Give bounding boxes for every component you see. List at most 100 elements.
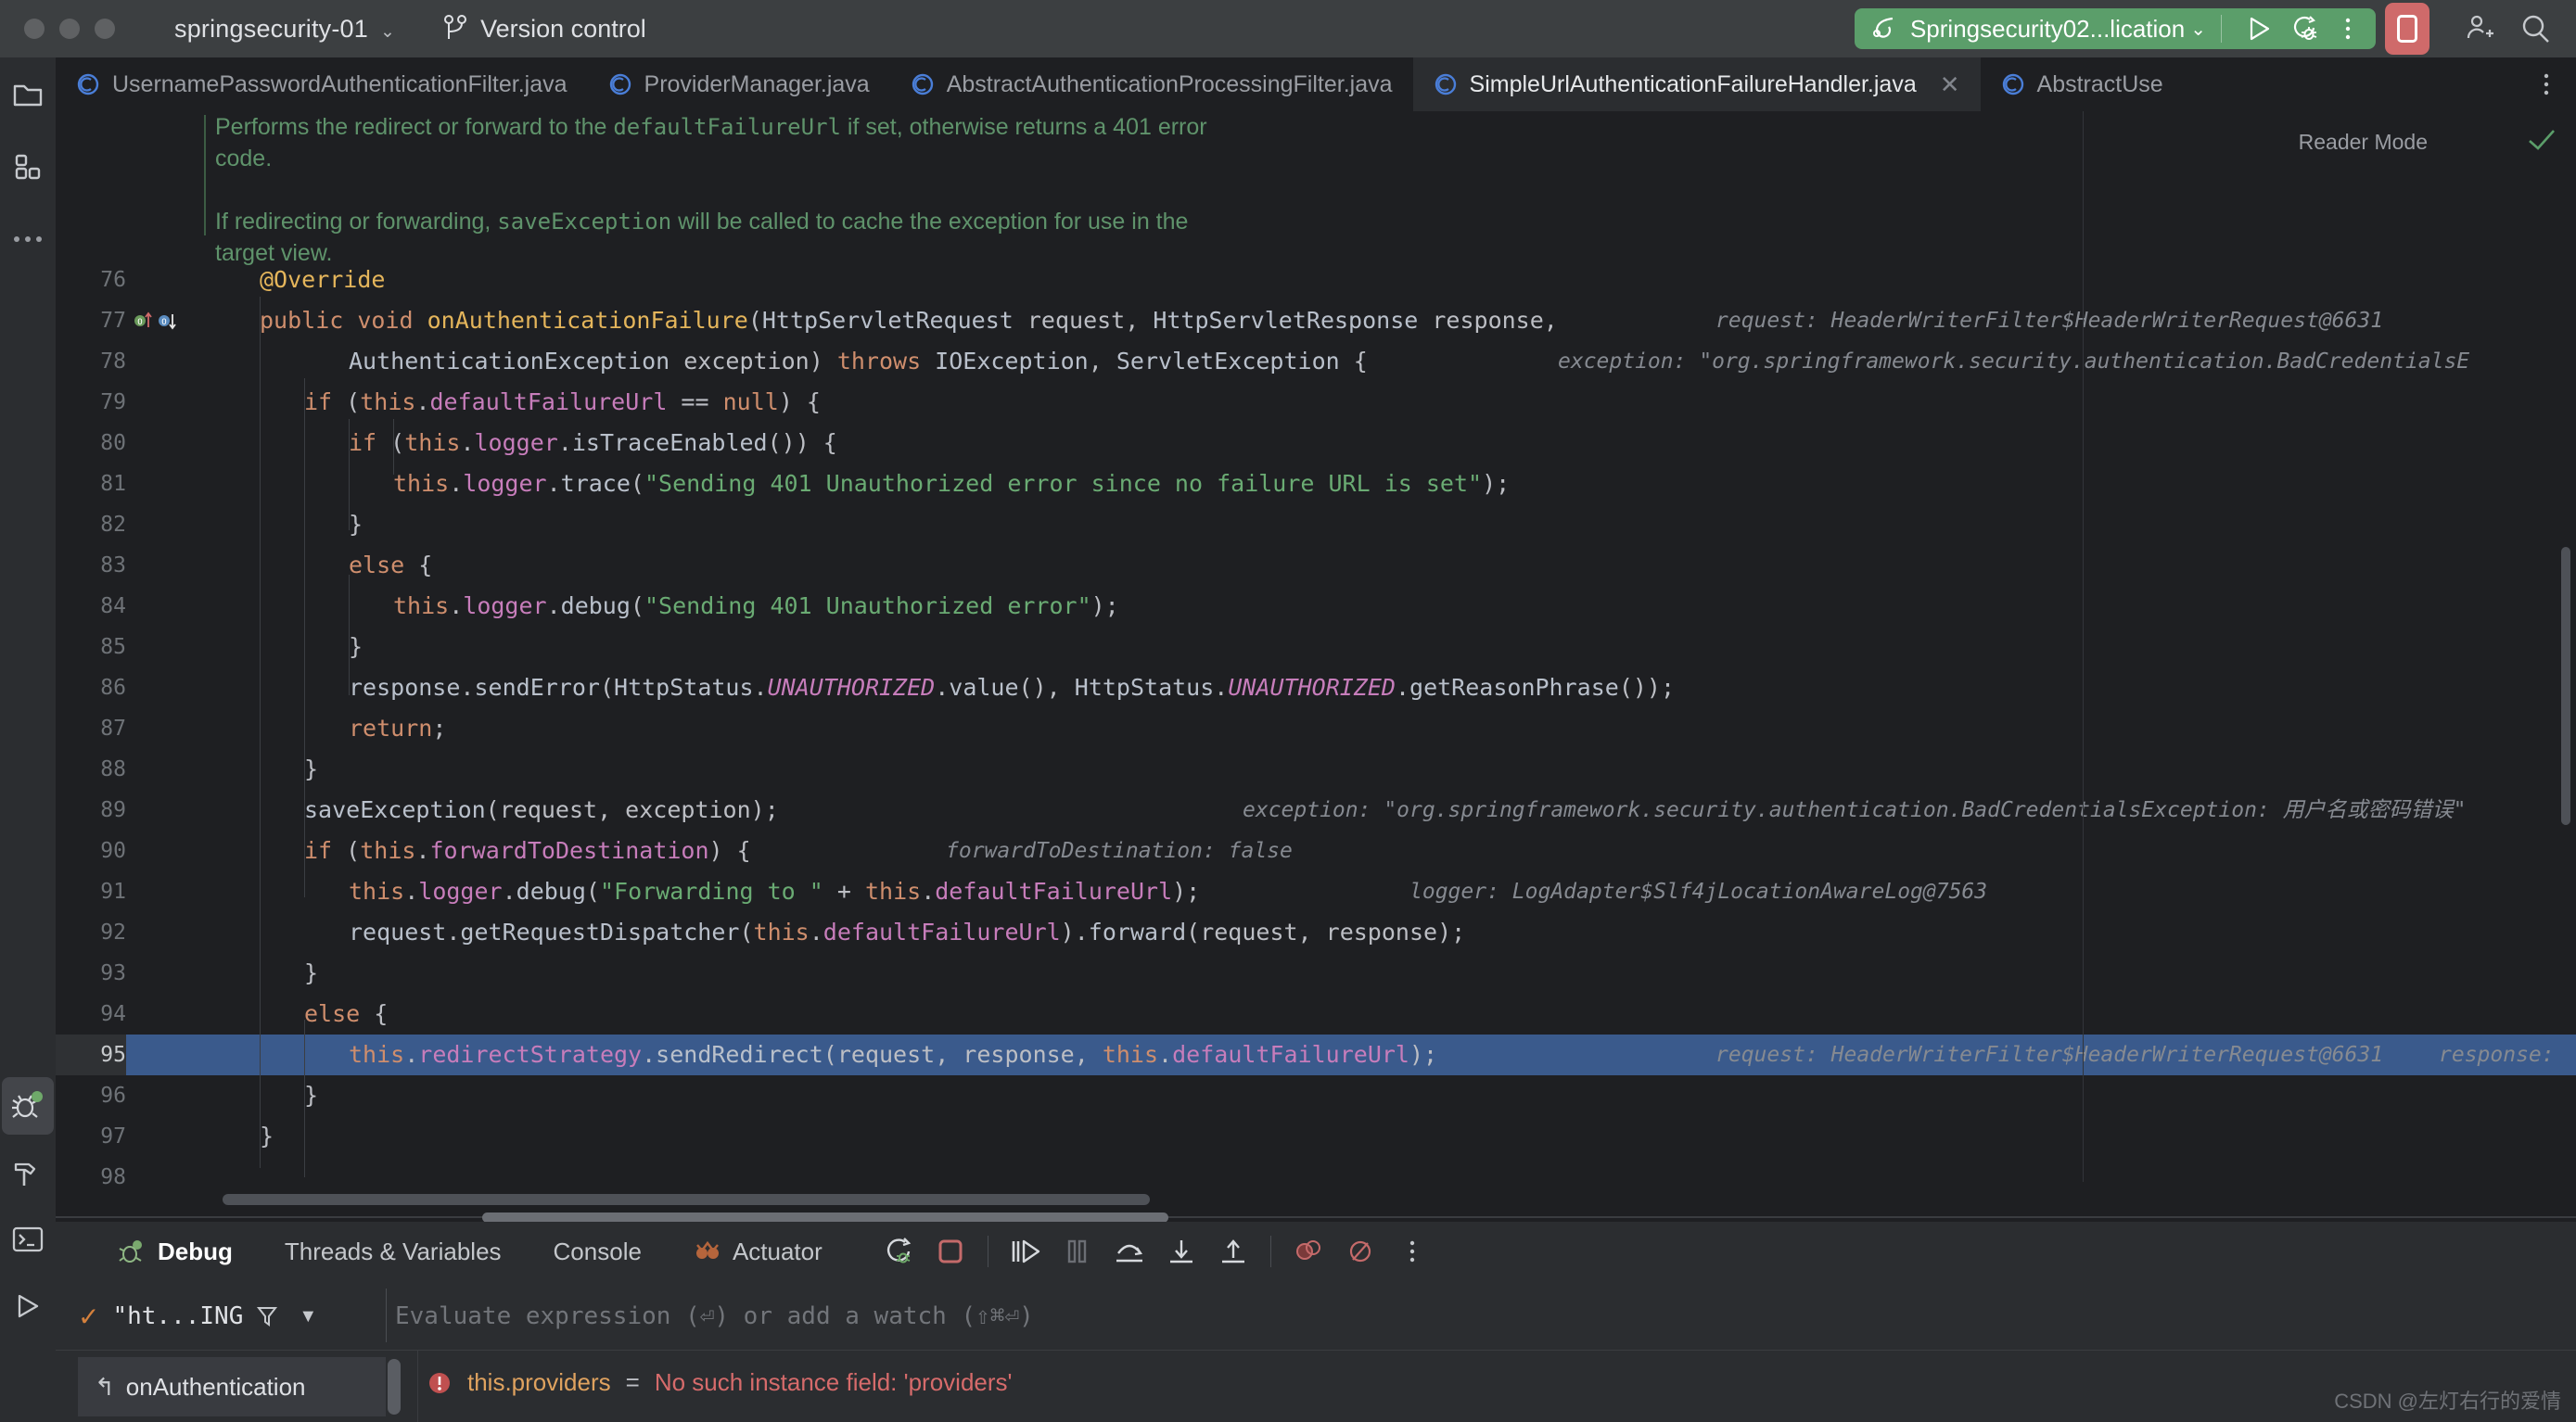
line-number[interactable]: 94	[56, 994, 126, 1035]
code-line[interactable]: 86 response.sendError(HttpStatus.UNAUTHOR…	[56, 667, 2576, 708]
resume-program-button[interactable]	[1000, 1225, 1052, 1277]
code-line[interactable]: 87 return;	[56, 708, 2576, 749]
step-over-button[interactable]	[1103, 1225, 1155, 1277]
line-number[interactable]: 90	[56, 831, 126, 871]
line-number[interactable]: 85	[56, 627, 126, 667]
step-out-button[interactable]	[1207, 1225, 1259, 1277]
line-number[interactable]: 97	[56, 1116, 126, 1157]
frames-scrollbar[interactable]	[388, 1359, 401, 1415]
code-editor[interactable]: Reader Mode Performs the redirect or for…	[56, 111, 2576, 1222]
maximize-window-button[interactable]	[95, 19, 115, 39]
line-number[interactable]: 98	[56, 1157, 126, 1198]
filter-icon[interactable]	[256, 1304, 278, 1328]
code-line[interactable]: 91 this.logger.debug("Forwarding to " + t…	[56, 871, 2576, 912]
code-line[interactable]: 81 this.logger.trace("Sending 401 Unautho…	[56, 463, 2576, 504]
minimize-window-button[interactable]	[59, 19, 80, 39]
line-number[interactable]: 82	[56, 504, 126, 545]
editor-tab[interactable]: AbstractUse	[1981, 57, 2184, 111]
more-options-button[interactable]	[1386, 1225, 1438, 1277]
code-line[interactable]: 92 request.getRequestDispatcher(this.defa…	[56, 912, 2576, 953]
evaluate-expression-input[interactable]: Evaluate expression (⏎) or add a watch (…	[395, 1302, 1034, 1330]
line-number[interactable]: 79	[56, 382, 126, 423]
variable-row[interactable]: this.providers = No such instance field:…	[427, 1368, 1012, 1397]
code-line[interactable]: 89 saveException(request, exception); exce…	[56, 790, 2576, 831]
close-tab-icon[interactable]: ✕	[1940, 70, 1960, 99]
debug-tab[interactable]: Threads & Variables	[259, 1222, 528, 1281]
code-line[interactable]: 84 this.logger.debug("Sending 401 Unautho…	[56, 586, 2576, 627]
search-everywhere-button[interactable]	[2507, 0, 2563, 57]
stop-button[interactable]	[2385, 3, 2429, 55]
code-line[interactable]: 97}	[56, 1116, 2576, 1157]
editor-horizontal-scrollbar[interactable]	[223, 1194, 1335, 1205]
add-user-button[interactable]	[2452, 0, 2507, 57]
chevron-down-icon[interactable]: ▼	[299, 1306, 317, 1327]
line-number[interactable]: 93	[56, 953, 126, 994]
code-line[interactable]: 79 if (this.defaultFailureUrl == null) {	[56, 382, 2576, 423]
editor-tab[interactable]: ProviderManager.java	[588, 57, 890, 111]
line-number[interactable]: 81	[56, 463, 126, 504]
line-number[interactable]: 76	[56, 260, 126, 300]
line-number[interactable]: 91	[56, 871, 126, 912]
view-breakpoints-button[interactable]	[1282, 1225, 1334, 1277]
line-number[interactable]: 89	[56, 790, 126, 831]
code-line[interactable]: 94 else {	[56, 994, 2576, 1035]
line-number[interactable]: 77	[56, 300, 126, 341]
debug-tab[interactable]: Console	[528, 1222, 668, 1281]
line-number[interactable]: 92	[56, 912, 126, 953]
debug-tab[interactable]: Actuator	[668, 1222, 848, 1281]
line-number[interactable]: 86	[56, 667, 126, 708]
version-control-button[interactable]: Version control	[443, 15, 646, 44]
editor-tab[interactable]: UsernamePasswordAuthenticationFilter.jav…	[56, 57, 588, 111]
code-line[interactable]: 95 this.redirectStrategy.sendRedirect(req…	[56, 1035, 2576, 1075]
sidebar-item-debug[interactable]	[2, 1077, 54, 1135]
close-window-button[interactable]	[24, 19, 45, 39]
panel-splitter[interactable]	[56, 1216, 2576, 1218]
tab-list-menu-button[interactable]	[2526, 57, 2567, 111]
line-number[interactable]: 95	[56, 1035, 126, 1075]
code-line[interactable]: 78 AuthenticationException exception) thr…	[56, 341, 2576, 382]
stop-button[interactable]	[925, 1225, 976, 1277]
window-controls[interactable]	[24, 19, 115, 39]
run-configuration-widget[interactable]: Springsecurity02...lication ⌄	[1854, 8, 2376, 49]
code-line[interactable]: 96}	[56, 1075, 2576, 1116]
code-line[interactable]: 80 if (this.logger.isTraceEnabled()) {	[56, 423, 2576, 463]
code-line[interactable]: 93}	[56, 953, 2576, 994]
line-number[interactable]: 80	[56, 423, 126, 463]
sidebar-item-structure[interactable]	[0, 139, 56, 195]
scrollbar-thumb[interactable]	[223, 1194, 1150, 1205]
gutter-markers[interactable]: OO	[134, 309, 178, 333]
code-line[interactable]: 88}	[56, 749, 2576, 790]
code-line[interactable]: 83 else {	[56, 545, 2576, 586]
sidebar-item-build[interactable]	[2, 1144, 54, 1201]
code-line[interactable]: 77 O Opublic void onAuthenticationFailure(…	[56, 300, 2576, 341]
code-line[interactable]: 76 @Override	[56, 260, 2576, 300]
frame-item[interactable]: ↰ onAuthentication	[78, 1357, 386, 1416]
code-line[interactable]: 85}	[56, 627, 2576, 667]
sidebar-item-project[interactable]	[0, 67, 56, 122]
debug-button[interactable]	[2281, 8, 2326, 49]
rerun-debug-button[interactable]	[873, 1225, 925, 1277]
code-line[interactable]: 90 if (this.forwardToDestination) {forwar…	[56, 831, 2576, 871]
code-line[interactable]: 98	[56, 1157, 2576, 1198]
run-button[interactable]	[2237, 8, 2281, 49]
sidebar-item-terminal[interactable]	[2, 1211, 54, 1268]
sidebar-item-run[interactable]	[2, 1277, 54, 1335]
more-run-options-button[interactable]	[2326, 8, 2370, 49]
line-number[interactable]: 96	[56, 1075, 126, 1116]
step-into-button[interactable]	[1155, 1225, 1207, 1277]
code-lines[interactable]: 76 @Override 77 O Opublic void onAuthenticat…	[56, 111, 2576, 1189]
line-number[interactable]: 83	[56, 545, 126, 586]
code-line[interactable]: 82}	[56, 504, 2576, 545]
debug-tab[interactable]: Debug	[93, 1222, 259, 1281]
project-selector[interactable]: springsecurity-01 ⌄	[174, 15, 395, 44]
editor-tab[interactable]: AbstractAuthenticationProcessingFilter.j…	[890, 57, 1413, 111]
mute-breakpoints-button[interactable]	[1334, 1225, 1386, 1277]
watch-filter-chip[interactable]: ✓ "ht...ING ▼	[56, 1301, 386, 1332]
line-number[interactable]: 88	[56, 749, 126, 790]
editor-tab[interactable]: SimpleUrlAuthenticationFailureHandler.ja…	[1412, 57, 1981, 111]
line-number[interactable]: 84	[56, 586, 126, 627]
line-number[interactable]: 78	[56, 341, 126, 382]
editor-vertical-scrollbar[interactable]	[2561, 547, 2570, 825]
overridden-method-icon[interactable]: O	[134, 309, 154, 333]
implementing-method-icon[interactable]: O	[158, 309, 178, 333]
